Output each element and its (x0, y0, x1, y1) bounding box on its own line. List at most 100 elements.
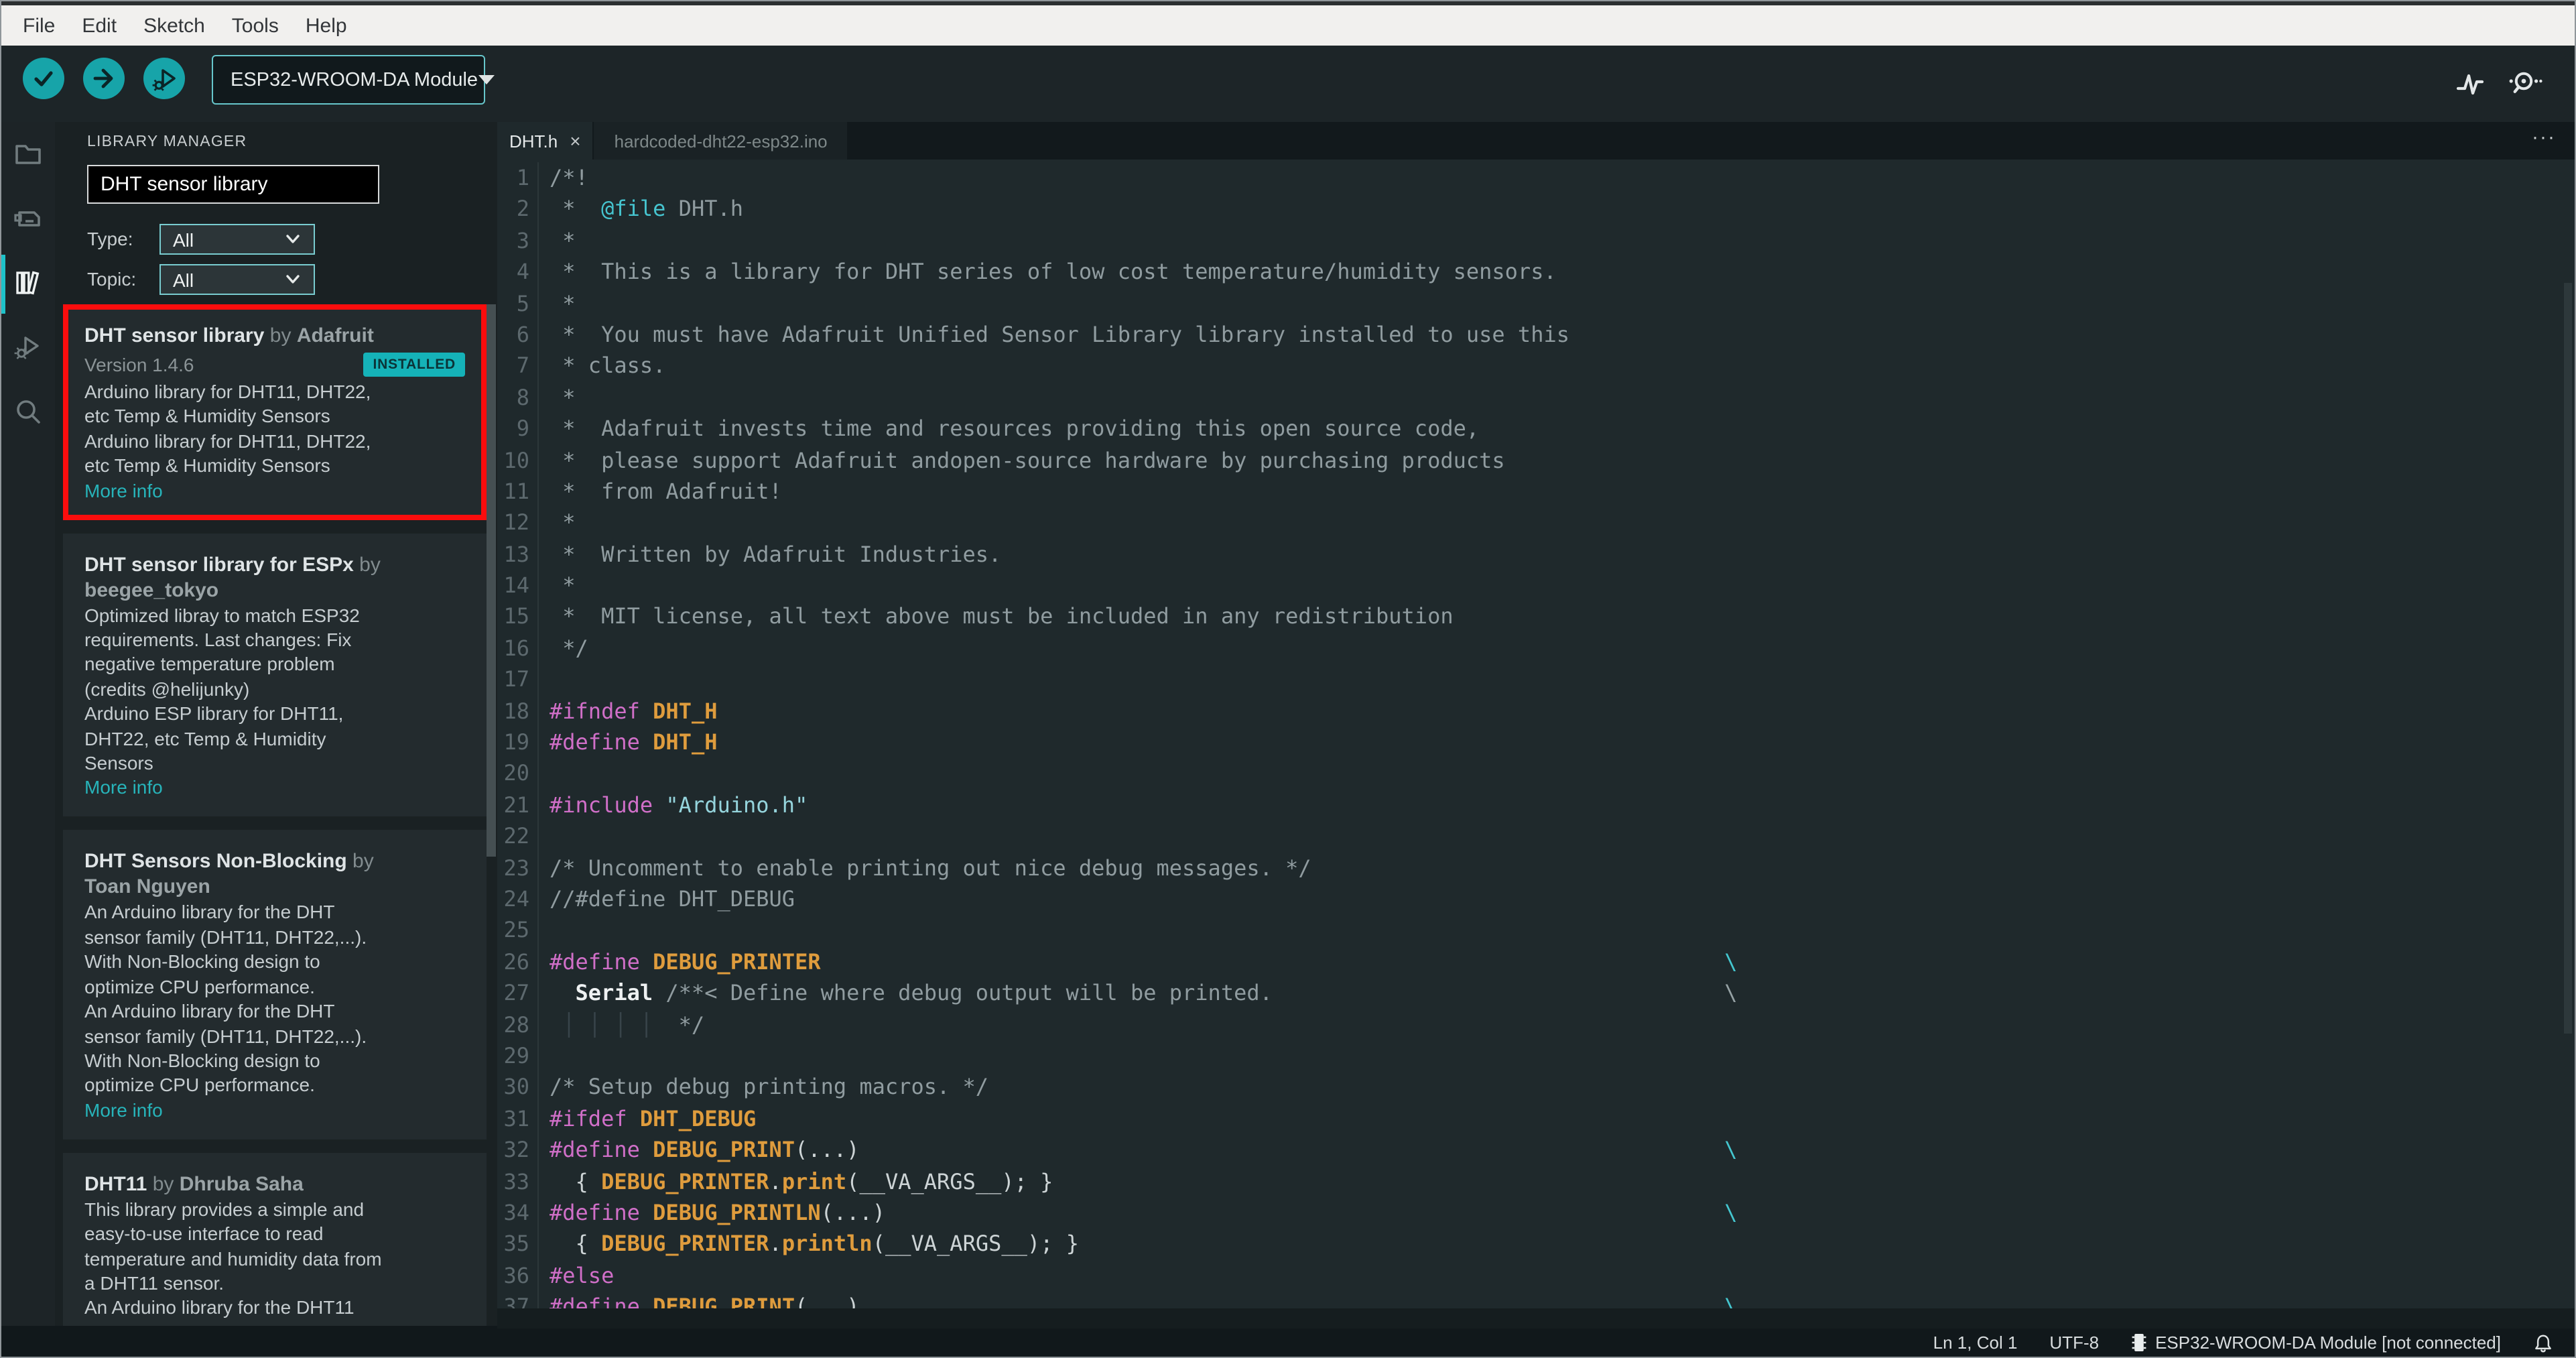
line-number: 5 (497, 288, 539, 319)
cursor-position: Ln 1, Col 1 (1933, 1333, 2018, 1353)
upload-button[interactable] (83, 58, 125, 99)
code-line: 17 (497, 664, 2575, 696)
topic-filter-select[interactable]: All (159, 264, 315, 295)
line-number: 8 (497, 381, 539, 414)
more-info-link[interactable]: More info (84, 1097, 163, 1122)
sidebar-item-boards-manager[interactable] (1, 186, 55, 251)
bell-icon[interactable] (2533, 1332, 2553, 1353)
close-icon[interactable]: × (570, 130, 580, 151)
library-item-title: DHT sensor library by Adafruit (84, 324, 374, 347)
sidebar-item-sketchbook[interactable] (1, 122, 55, 186)
line-number: 22 (497, 820, 539, 853)
library-item-title: DHT sensor library for ESPx by beegee_to… (84, 553, 381, 602)
line-number: 13 (497, 538, 539, 570)
library-item-description: Arduino library for DHT11, DHT22, (84, 381, 371, 402)
type-filter-select[interactable]: All (159, 224, 315, 255)
library-manager-panel: LIBRARY MANAGER Type: All Topic: All DHT… (55, 122, 497, 1326)
library-item-description: Optimized libray to match ESP32 (84, 604, 360, 626)
line-number: 3 (497, 225, 539, 257)
code-line: 32 #define DEBUG_PRINT(...) \ (497, 1134, 2575, 1166)
installed-badge: INSTALLED (363, 353, 465, 377)
debug-button[interactable] (143, 58, 185, 99)
code-line: 25 (497, 914, 2575, 946)
library-item-description: An Arduino library for the DHT (84, 901, 335, 923)
folder-icon (15, 145, 41, 164)
code-line: 3 * (497, 225, 2575, 257)
serial-monitor-button[interactable] (2506, 67, 2542, 99)
toolbar: ESP32-WROOM-DA Module (1, 46, 2575, 122)
editor[interactable]: DHT.h × hardcoded-dht22-esp32.ino ··· 1/… (497, 122, 2575, 1329)
library-item-description: optimize CPU performance. (84, 975, 315, 997)
line-number: 24 (497, 883, 539, 915)
menu-sketch[interactable]: Sketch (130, 14, 218, 37)
library-item-description: etc Temp & Humidity Sensors (84, 405, 330, 427)
code-line: 20 (497, 757, 2575, 790)
code-line: 37 #define DEBUG_PRINT(...) \ (497, 1291, 2575, 1308)
line-number: 1 (497, 162, 539, 194)
code-line: 19 #define DHT_H (497, 727, 2575, 758)
board-status: ESP32-WROOM-DA Module [not connected] (2131, 1333, 2501, 1353)
serial-plotter-button[interactable] (2454, 67, 2486, 99)
line-number: 30 (497, 1071, 539, 1103)
panel-title: LIBRARY MANAGER (87, 134, 247, 150)
line-number: 25 (497, 914, 539, 946)
library-item[interactable]: DHT sensor library by Adafruit Version 1.… (63, 304, 487, 520)
tab-sketch-ino[interactable]: hardcoded-dht22-esp32.ino (594, 122, 848, 160)
menu-edit[interactable]: Edit (68, 14, 130, 37)
verify-check-icon (34, 71, 53, 86)
panel-scrollbar[interactable] (487, 304, 496, 857)
board-selector[interactable]: ESP32-WROOM-DA Module (212, 55, 495, 105)
code-line: 4 * This is a library for DHT series of … (497, 256, 2575, 288)
chevron-down-icon (286, 275, 300, 284)
line-number: 28 (497, 1009, 539, 1040)
line-number: 33 (497, 1166, 539, 1197)
line-number: 31 (497, 1103, 539, 1135)
menu-help[interactable]: Help (292, 14, 361, 37)
line-number: 16 (497, 632, 539, 664)
code-line: 7 * class. (497, 350, 2575, 382)
code-area[interactable]: 1/*! 2 * @file DHT.h 3 * 4 * This is a libr… (497, 160, 2575, 1308)
library-item-description: Arduino ESP library for DHT11, (84, 702, 344, 725)
code-line: 12 * (497, 507, 2575, 539)
sidebar-item-library-manager[interactable] (1, 251, 55, 315)
line-number: 19 (497, 727, 539, 758)
line-number: 12 (497, 507, 539, 539)
tab-overflow-menu-icon[interactable]: ··· (2532, 126, 2556, 149)
editor-scrollbar[interactable] (2564, 283, 2572, 1034)
chevron-down-icon (286, 235, 300, 243)
library-item[interactable]: DHT Sensors Non-Blocking by Toan Nguyen A… (63, 830, 487, 1139)
line-number: 36 (497, 1259, 539, 1292)
debug-bug-icon (14, 336, 39, 359)
library-item-description: With Non-Blocking design to (84, 950, 320, 973)
library-item-description: This library provides a simple and (84, 1198, 365, 1220)
code-line: 9 * Adafruit invests time and resources … (497, 413, 2575, 445)
menu-file[interactable]: File (9, 14, 68, 37)
library-item[interactable]: DHT sensor library for ESPx by beegee_to… (63, 533, 487, 817)
library-item-description: sensor family (DHT11, DHT22,...). (84, 926, 367, 948)
code-line: 2 * @file DHT.h (497, 193, 2575, 225)
code-line: 21 #include "Arduino.h" (497, 789, 2575, 821)
line-number: 11 (497, 475, 539, 507)
chip-icon (2132, 1334, 2146, 1351)
verify-button[interactable] (23, 58, 64, 99)
more-info-link[interactable]: More info (84, 478, 163, 503)
code-line: 36 #else (497, 1259, 2575, 1292)
menubar: File Edit Sketch Tools Help (1, 5, 2575, 46)
library-item[interactable]: DHT11 by Dhruba Saha This library provide… (63, 1152, 487, 1326)
sidebar-item-search[interactable] (1, 379, 55, 444)
sidebar-item-debug[interactable] (1, 315, 55, 379)
library-item-description: easy-to-use interface to read (84, 1223, 324, 1245)
library-search-input[interactable] (87, 165, 379, 204)
tab-dht-h[interactable]: DHT.h × (497, 122, 593, 160)
code-line: 29 (497, 1040, 2575, 1072)
library-item-description: An Arduino library for the DHT11 (84, 1296, 355, 1318)
library-books-icon (15, 270, 39, 294)
code-line: 15 * MIT license, all text above must be… (497, 601, 2575, 633)
more-info-link[interactable]: More info (84, 776, 163, 800)
line-number: 2 (497, 193, 539, 225)
line-number: 7 (497, 350, 539, 382)
board-selector-label: ESP32-WROOM-DA Module (231, 69, 478, 90)
library-item-description: requirements. Last changes: Fix (84, 629, 352, 651)
menu-tools[interactable]: Tools (218, 14, 292, 37)
line-number: 20 (497, 757, 539, 790)
